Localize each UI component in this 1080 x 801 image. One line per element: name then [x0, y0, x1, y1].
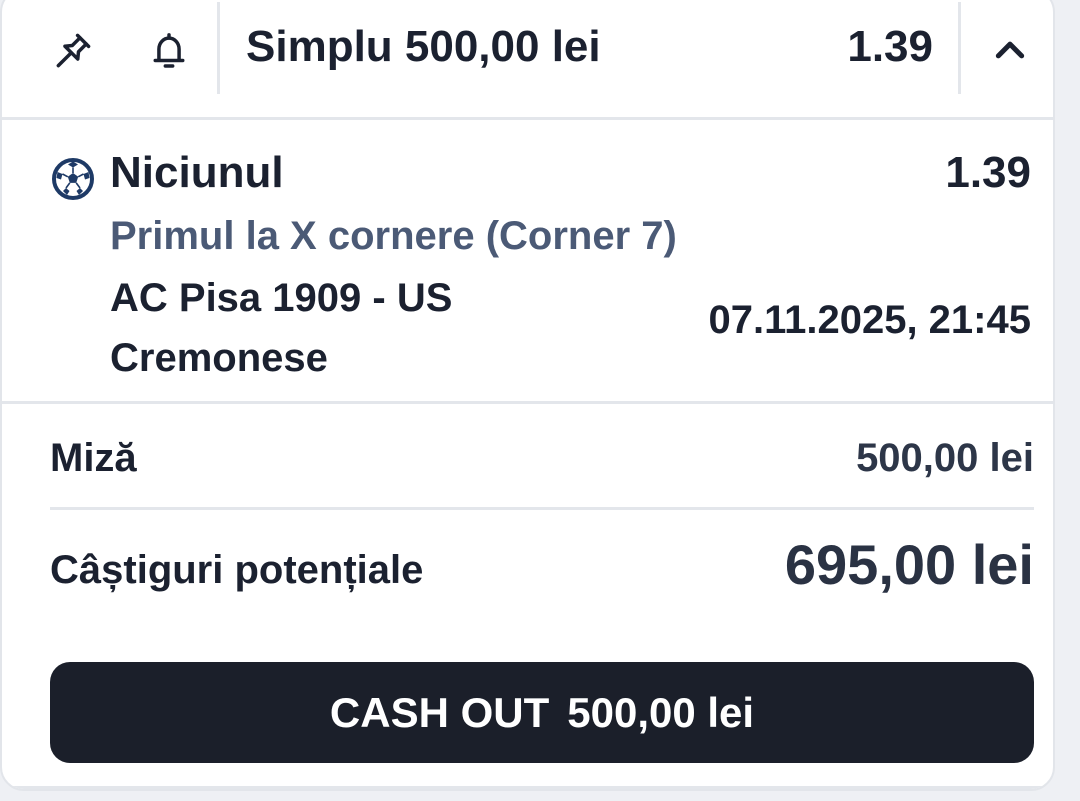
selection-odds: 1.39 [945, 148, 1031, 197]
bet-card: Simplu 500,00 lei 1.39 Niciunul 1.39 Pri… [0, 0, 1055, 791]
pin-icon [56, 33, 91, 68]
header-divider [958, 2, 961, 94]
cash-out-label: CASH OUT [329, 688, 550, 736]
bet-header: Simplu 500,00 lei 1.39 [2, 2, 1053, 120]
total-odds: 1.39 [847, 22, 933, 71]
selection-name: Niciunul [110, 148, 284, 197]
event-name[interactable]: AC Pisa 1909 - US Cremonese [110, 268, 530, 388]
collapse-button[interactable] [982, 22, 1038, 78]
stake-value: 500,00 lei [856, 436, 1034, 480]
section-divider [2, 786, 1053, 789]
bell-icon [153, 33, 185, 68]
header-divider [217, 2, 220, 94]
potential-winnings-label: Câștiguri potențiale [50, 548, 424, 592]
bet-type-title: Simplu 500,00 lei [246, 22, 601, 71]
cash-out-button[interactable]: CASH OUT 500,00 lei [50, 662, 1034, 763]
chevron-up-icon [995, 41, 1025, 59]
market-name: Primul la X cornere (Corner 7) [110, 214, 677, 258]
stake-row: Miză 500,00 lei [50, 406, 1034, 510]
pin-button[interactable] [48, 26, 98, 76]
bet-selection: Niciunul 1.39 Primul la X cornere (Corne… [2, 120, 1053, 404]
event-name-line-1: AC Pisa 1909 - US [110, 276, 453, 320]
soccer-ball-icon [52, 158, 94, 200]
cash-out-amount: 500,00 lei [567, 688, 755, 736]
stake-label: Miză [50, 436, 137, 480]
potential-winnings-value: 695,00 lei [784, 533, 1034, 596]
event-datetime: 07.11.2025, 21:45 [708, 298, 1031, 342]
potential-winnings-row: Câștiguri potențiale 695,00 lei [50, 512, 1034, 632]
notification-button[interactable] [144, 26, 194, 76]
event-name-line-2: Cremonese [110, 336, 328, 380]
